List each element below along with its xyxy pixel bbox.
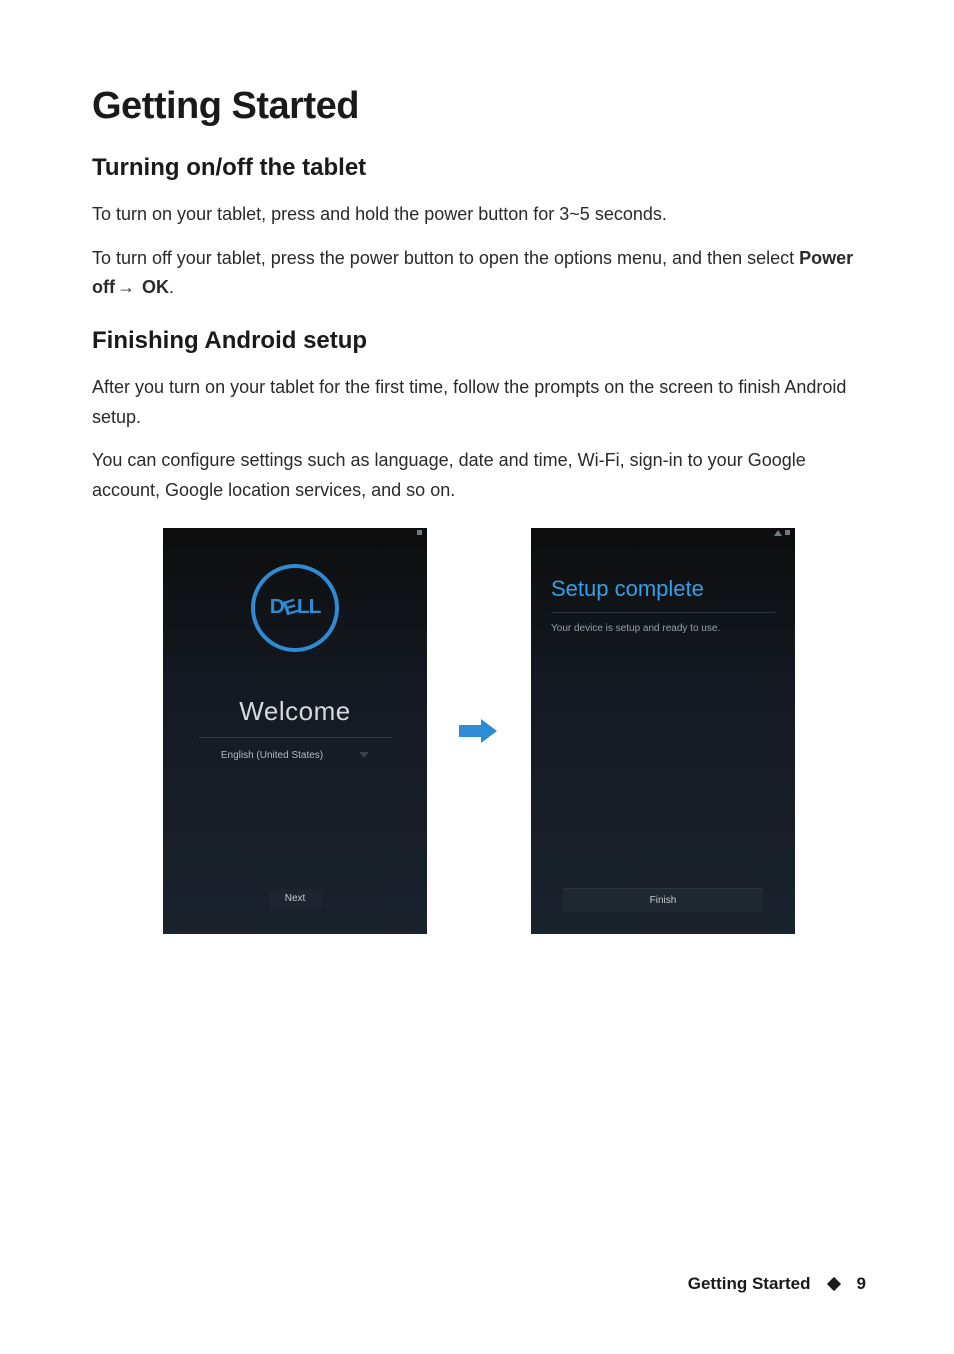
finishing-p2: You can configure settings such as langu… — [92, 446, 866, 505]
diamond-icon — [826, 1277, 840, 1291]
footer-section-title: Getting Started — [688, 1274, 811, 1294]
page-title: Getting Started — [92, 85, 866, 128]
setup-complete-body: Your device is setup and ready to use. — [551, 623, 775, 634]
battery-icon — [785, 530, 790, 535]
next-button[interactable]: Next — [269, 889, 322, 908]
setup-complete-title: Setup complete — [551, 576, 775, 602]
battery-icon — [417, 530, 422, 535]
page-number: 9 — [857, 1274, 866, 1294]
dell-logo-text: DELL — [270, 596, 321, 619]
section-finishing-heading: Finishing Android setup — [92, 327, 866, 355]
language-select[interactable]: English (United States) — [187, 750, 403, 761]
finish-button[interactable]: Finish — [563, 888, 763, 912]
page-footer: Getting Started 9 — [688, 1274, 866, 1294]
turn-on-paragraph: To turn on your tablet, press and hold t… — [92, 200, 866, 230]
divider — [199, 737, 391, 738]
setup-screenshots-row: DELL Welcome English (United States) Nex… — [92, 528, 866, 934]
welcome-title: Welcome — [187, 696, 403, 727]
language-label: English (United States) — [221, 750, 323, 761]
setup-complete-screen: Setup complete Your device is setup and … — [531, 528, 795, 934]
divider — [551, 612, 775, 613]
status-bar — [531, 528, 795, 538]
welcome-screen: DELL Welcome English (United States) Nex… — [163, 528, 427, 934]
status-bar — [163, 528, 427, 538]
arrow-right-icon: → — [115, 273, 137, 303]
dell-logo-area: DELL — [163, 538, 427, 678]
flow-arrow-icon — [459, 716, 499, 746]
turn-off-text: To turn off your tablet, press the power… — [92, 248, 799, 268]
period: . — [169, 277, 174, 297]
ok-label: OK — [137, 277, 169, 297]
finishing-p1: After you turn on your tablet for the fi… — [92, 373, 866, 432]
dropdown-icon — [359, 752, 369, 758]
turn-off-paragraph: To turn off your tablet, press the power… — [92, 244, 866, 303]
wifi-icon — [774, 530, 782, 536]
dell-logo-ring: DELL — [251, 564, 339, 652]
section-turning-heading: Turning on/off the tablet — [92, 154, 866, 182]
